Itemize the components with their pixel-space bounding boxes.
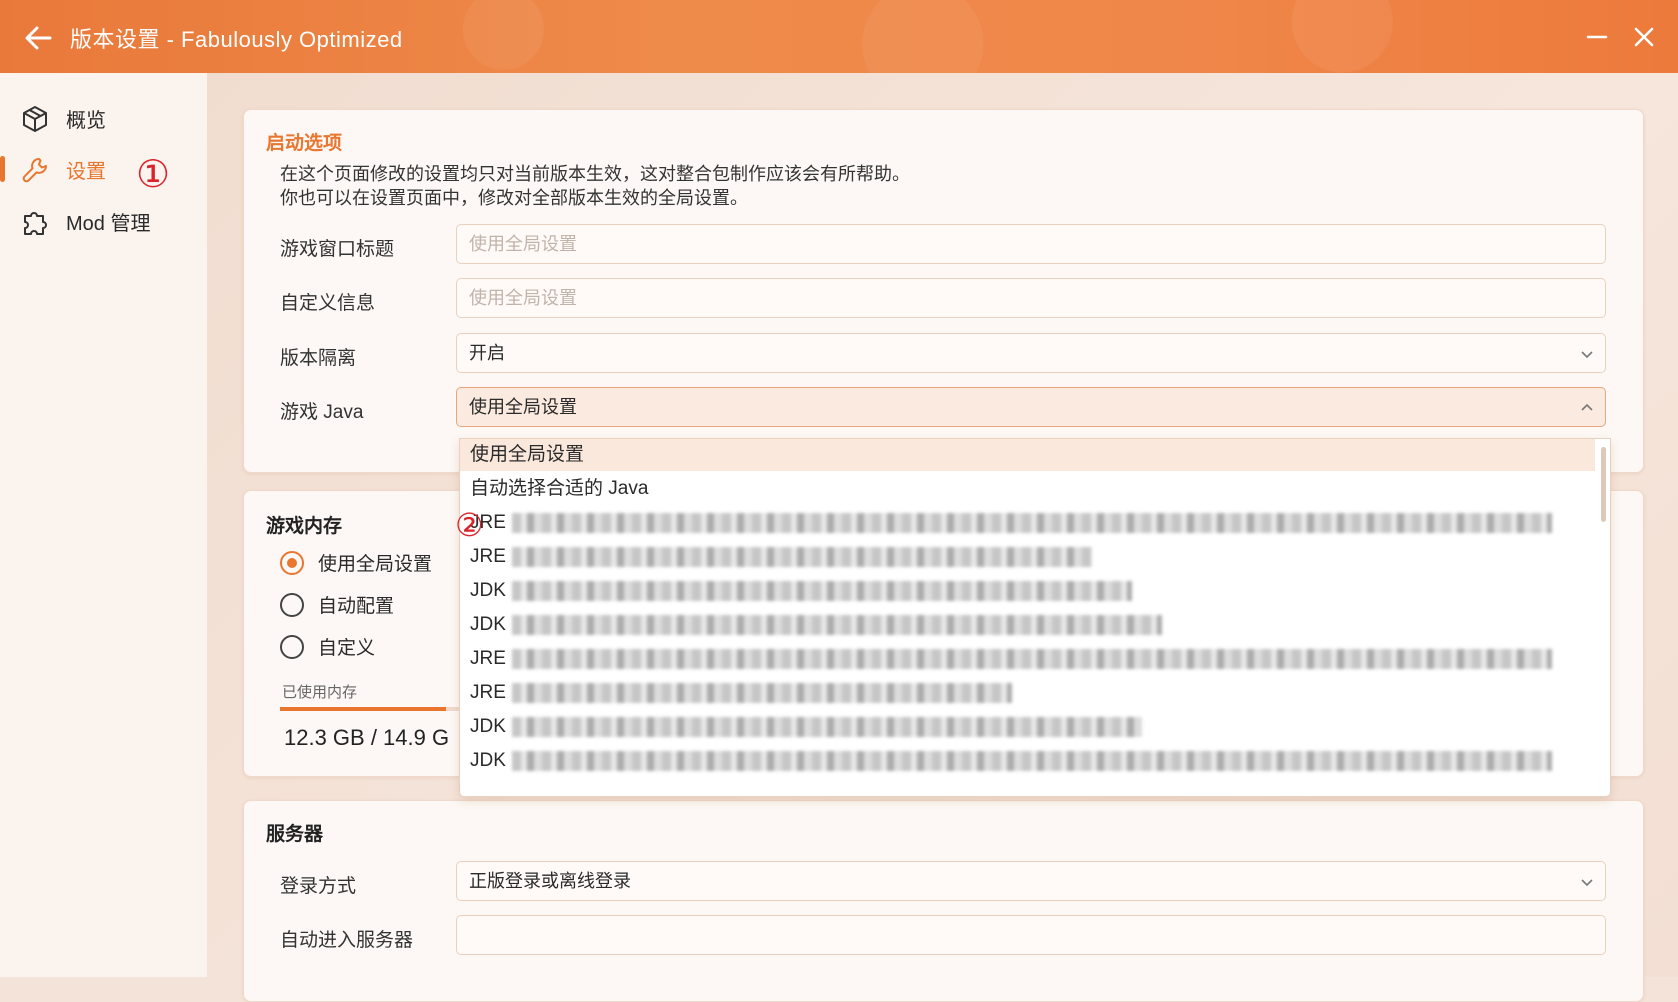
minimize-icon[interactable] xyxy=(1580,20,1614,54)
java-value: 使用全局设置 xyxy=(469,397,577,417)
java-option-auto[interactable]: 自动选择合适的 Java xyxy=(460,473,1595,505)
title-bar: 版本设置 - Fabulously Optimized xyxy=(0,0,1678,73)
memory-option-auto[interactable]: 自动配置 xyxy=(280,591,394,618)
wrench-icon xyxy=(22,158,47,183)
redacted-path xyxy=(511,648,1552,669)
java-option-global[interactable]: 使用全局设置 xyxy=(460,439,1595,471)
description-line-1: 在这个页面修改的设置均只对当前版本生效，这对整合包制作应该会有所帮助。 xyxy=(280,164,910,184)
java-option[interactable]: JDK xyxy=(460,745,1595,777)
redacted-path xyxy=(511,716,1142,737)
isolation-select[interactable]: 开启 xyxy=(456,333,1606,373)
java-select[interactable]: 使用全局设置 xyxy=(456,387,1606,427)
login-method-label: 登录方式 xyxy=(280,876,357,897)
isolation-label: 版本隔离 xyxy=(280,348,357,369)
option-label: JDK xyxy=(470,614,506,635)
option-label: JDK xyxy=(470,580,506,601)
chevron-down-icon xyxy=(1581,351,1593,359)
sidebar-item-mods[interactable]: Mod 管理 xyxy=(0,198,207,244)
annotation-marker-1: ① xyxy=(136,152,171,196)
java-option[interactable]: JDK xyxy=(460,575,1595,607)
memory-option-custom[interactable]: 自定义 xyxy=(280,633,375,660)
option-label: JRE xyxy=(470,682,506,703)
radio-circle xyxy=(280,634,304,659)
launch-options-card: 启动选项 在这个页面修改的设置均只对当前版本生效，这对整合包制作应该会有所帮助。… xyxy=(243,109,1644,473)
server-title: 服务器 xyxy=(266,824,324,845)
java-dropdown-list: 使用全局设置 自动选择合适的 Java JRE JRE JDK JDK JRE … xyxy=(459,438,1611,797)
redacted-path xyxy=(511,580,1132,601)
chevron-down-icon xyxy=(1581,879,1593,887)
memory-title: 游戏内存 xyxy=(266,516,343,537)
isolation-value: 开启 xyxy=(469,343,505,363)
used-memory-label: 已使用内存 xyxy=(282,684,358,701)
radio-label: 自动配置 xyxy=(318,596,395,617)
option-label: JRE xyxy=(470,648,506,669)
sidebar-item-settings[interactable]: 设置 xyxy=(0,146,207,192)
redacted-path xyxy=(511,614,1162,635)
sidebar-item-label: 概览 xyxy=(66,109,106,132)
memory-bar-fill xyxy=(280,707,446,711)
radio-label: 自定义 xyxy=(318,638,376,659)
chevron-up-icon xyxy=(1581,403,1593,411)
custom-info-label: 自定义信息 xyxy=(280,293,376,314)
redacted-path xyxy=(511,546,1092,567)
custom-info-input[interactable]: 使用全局设置 xyxy=(456,278,1606,318)
memory-option-global[interactable]: 使用全局设置 xyxy=(280,549,432,576)
annotation-marker-2: ② xyxy=(455,506,484,544)
redacted-path xyxy=(511,682,1012,703)
java-option[interactable]: JRE xyxy=(460,507,1595,539)
memory-bar xyxy=(280,707,480,711)
auto-join-label: 自动进入服务器 xyxy=(280,930,414,951)
description-line-2: 你也可以在设置页面中，修改对全部版本生效的全局设置。 xyxy=(280,188,748,208)
puzzle-icon xyxy=(24,212,47,235)
radio-circle xyxy=(280,592,304,617)
option-label: JDK xyxy=(470,750,506,771)
memory-usage-text: 12.3 GB / 14.9 G xyxy=(284,725,450,750)
dropdown-scrollbar[interactable] xyxy=(1601,447,1606,522)
java-option[interactable]: JDK xyxy=(460,711,1595,743)
launch-options-title: 启动选项 xyxy=(266,133,343,154)
option-label: 使用全局设置 xyxy=(470,444,585,465)
sidebar: 概览 设置 Mod 管理 ① xyxy=(0,73,207,977)
sidebar-item-label: Mod 管理 xyxy=(66,212,151,235)
java-option[interactable]: JRE xyxy=(460,541,1595,573)
java-option[interactable]: JRE xyxy=(460,643,1595,675)
radio-label: 使用全局设置 xyxy=(318,554,433,575)
window-title: 版本设置 - Fabulously Optimized xyxy=(70,27,403,52)
cube-icon xyxy=(23,106,47,132)
redacted-path xyxy=(511,750,1552,771)
active-indicator xyxy=(0,156,5,182)
option-label: 自动选择合适的 Java xyxy=(470,478,649,499)
java-option[interactable]: JDK xyxy=(460,609,1595,641)
auto-join-input[interactable] xyxy=(456,915,1606,955)
sidebar-item-overview[interactable]: 概览 xyxy=(0,95,207,141)
redacted-path xyxy=(511,512,1552,533)
window-title-label: 游戏窗口标题 xyxy=(280,239,395,260)
radio-circle xyxy=(280,550,304,575)
option-label: JDK xyxy=(470,716,506,737)
java-label: 游戏 Java xyxy=(280,402,364,423)
login-method-value: 正版登录或离线登录 xyxy=(469,871,631,891)
option-label: JRE xyxy=(470,546,506,567)
sidebar-item-label: 设置 xyxy=(66,160,106,183)
window-title-input[interactable]: 使用全局设置 xyxy=(456,224,1606,264)
server-card: 服务器 登录方式 正版登录或离线登录 自动进入服务器 xyxy=(243,800,1644,1002)
back-arrow-icon[interactable] xyxy=(20,20,56,56)
close-icon[interactable] xyxy=(1627,20,1661,54)
login-method-select[interactable]: 正版登录或离线登录 xyxy=(456,861,1606,901)
java-option[interactable]: JRE xyxy=(460,677,1595,709)
